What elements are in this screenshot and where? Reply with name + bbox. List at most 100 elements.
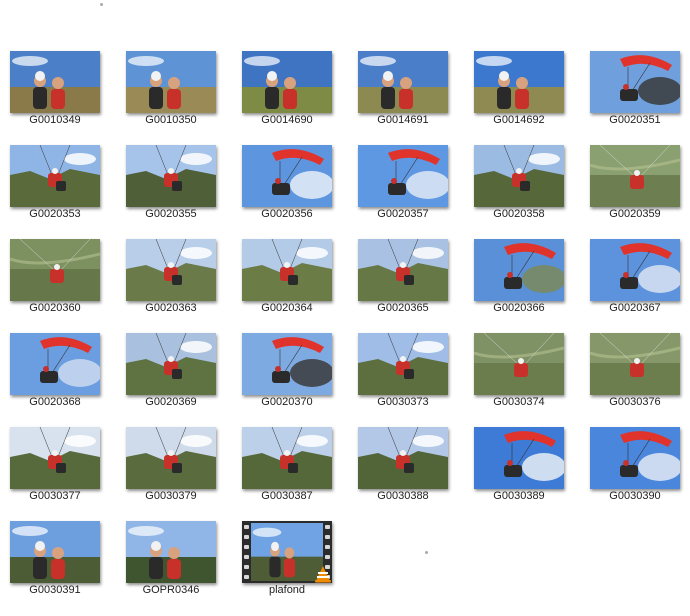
image-file-tile[interactable]: G0020364 xyxy=(232,233,342,323)
film-perforation xyxy=(244,575,249,579)
image-thumbnail xyxy=(358,333,448,395)
image-file-tile[interactable]: G0010350 xyxy=(116,45,226,135)
file-name-label: G0010350 xyxy=(145,114,197,126)
file-name-label: G0030379 xyxy=(145,490,197,502)
image-file-tile[interactable]: G0020368 xyxy=(0,327,110,417)
image-file-tile[interactable]: G0014690 xyxy=(232,45,342,135)
image-thumbnail xyxy=(474,239,564,301)
image-thumbnail xyxy=(242,51,332,113)
vlc-cone-icon xyxy=(315,566,331,583)
image-thumbnail xyxy=(590,239,680,301)
file-name-label: G0020365 xyxy=(377,302,429,314)
image-thumbnail xyxy=(242,333,332,395)
film-perforation xyxy=(244,555,249,559)
image-file-tile[interactable]: G0030390 xyxy=(580,421,690,511)
film-perforation xyxy=(244,545,249,549)
file-name-label: G0020360 xyxy=(29,302,81,314)
file-name-label: GOPR0346 xyxy=(142,584,200,596)
image-thumbnail xyxy=(10,427,100,489)
film-perforation xyxy=(325,555,330,559)
image-file-tile[interactable]: G0020363 xyxy=(116,233,226,323)
image-thumbnail xyxy=(590,427,680,489)
image-file-tile[interactable]: G0030376 xyxy=(580,327,690,417)
image-thumbnail xyxy=(358,145,448,207)
file-grid: G0010349 G0010350 G0014690 G0014691 G0014692… xyxy=(0,0,690,616)
file-name-label: G0030374 xyxy=(493,396,545,408)
file-name-label: G0020359 xyxy=(609,208,661,220)
image-thumbnail xyxy=(242,239,332,301)
image-thumbnail xyxy=(10,521,100,583)
file-name-label: G0020358 xyxy=(493,208,545,220)
file-name-label: G0020367 xyxy=(609,302,661,314)
image-thumbnail xyxy=(10,145,100,207)
image-file-tile[interactable]: G0020367 xyxy=(580,233,690,323)
image-thumbnail xyxy=(242,427,332,489)
file-name-label: G0020357 xyxy=(377,208,429,220)
image-file-tile[interactable]: G0020351 xyxy=(580,45,690,135)
image-thumbnail xyxy=(126,333,216,395)
file-name-label: G0020356 xyxy=(261,208,313,220)
file-name-label: G0014690 xyxy=(261,114,313,126)
film-perforation xyxy=(325,535,330,539)
image-file-tile[interactable]: G0020355 xyxy=(116,139,226,229)
image-file-tile[interactable]: G0030389 xyxy=(464,421,574,511)
image-file-tile[interactable]: G0030379 xyxy=(116,421,226,511)
image-thumbnail xyxy=(474,51,564,113)
file-name-label: G0030377 xyxy=(29,490,81,502)
film-perforation xyxy=(325,525,330,529)
image-thumbnail xyxy=(590,333,680,395)
file-name-label: G0020355 xyxy=(145,208,197,220)
image-file-tile[interactable]: G0020358 xyxy=(464,139,574,229)
image-thumbnail xyxy=(474,427,564,489)
film-perforation xyxy=(244,535,249,539)
video-file-tile[interactable]: plafond xyxy=(232,515,342,605)
file-name-label: G0014692 xyxy=(493,114,545,126)
image-thumbnail xyxy=(126,521,216,583)
file-name-label: G0020368 xyxy=(29,396,81,408)
image-thumbnail xyxy=(126,427,216,489)
image-file-tile[interactable]: G0030388 xyxy=(348,421,458,511)
image-file-tile[interactable]: G0014691 xyxy=(348,45,458,135)
image-file-tile[interactable]: G0020370 xyxy=(232,327,342,417)
file-name-label: G0030376 xyxy=(609,396,661,408)
image-file-tile[interactable]: G0030391 xyxy=(0,515,110,605)
image-file-tile[interactable]: G0020357 xyxy=(348,139,458,229)
image-file-tile[interactable]: G0020366 xyxy=(464,233,574,323)
image-file-tile[interactable]: G0020359 xyxy=(580,139,690,229)
film-perforation xyxy=(244,565,249,569)
image-thumbnail xyxy=(126,51,216,113)
image-file-tile[interactable]: GOPR0346 xyxy=(116,515,226,605)
image-file-tile[interactable]: G0020365 xyxy=(348,233,458,323)
image-file-tile[interactable]: G0010349 xyxy=(0,45,110,135)
image-thumbnail xyxy=(126,239,216,301)
file-name-label: G0030391 xyxy=(29,584,81,596)
image-file-tile[interactable]: G0014692 xyxy=(464,45,574,135)
image-file-tile[interactable]: G0030373 xyxy=(348,327,458,417)
decorative-dot xyxy=(425,551,428,554)
image-file-tile[interactable]: G0030387 xyxy=(232,421,342,511)
file-name-label: G0030387 xyxy=(261,490,313,502)
file-name-label: G0030389 xyxy=(493,490,545,502)
image-file-tile[interactable]: G0030374 xyxy=(464,327,574,417)
image-file-tile[interactable]: G0030377 xyxy=(0,421,110,511)
file-name-label: G0020351 xyxy=(609,114,661,126)
image-thumbnail xyxy=(590,51,680,113)
image-file-tile[interactable]: G0020360 xyxy=(0,233,110,323)
image-thumbnail xyxy=(358,239,448,301)
file-name-label: G0020363 xyxy=(145,302,197,314)
decorative-dot xyxy=(100,3,103,6)
image-thumbnail xyxy=(474,333,564,395)
image-file-tile[interactable]: G0020369 xyxy=(116,327,226,417)
film-perforation xyxy=(325,545,330,549)
image-file-tile[interactable]: G0020353 xyxy=(0,139,110,229)
file-name-label: G0020366 xyxy=(493,302,545,314)
file-name-label: G0020353 xyxy=(29,208,81,220)
image-thumbnail xyxy=(590,145,680,207)
image-thumbnail xyxy=(474,145,564,207)
image-thumbnail xyxy=(10,51,100,113)
image-thumbnail xyxy=(242,145,332,207)
file-name-label: G0020370 xyxy=(261,396,313,408)
image-thumbnail xyxy=(126,145,216,207)
image-file-tile[interactable]: G0020356 xyxy=(232,139,342,229)
file-name-label: G0030373 xyxy=(377,396,429,408)
